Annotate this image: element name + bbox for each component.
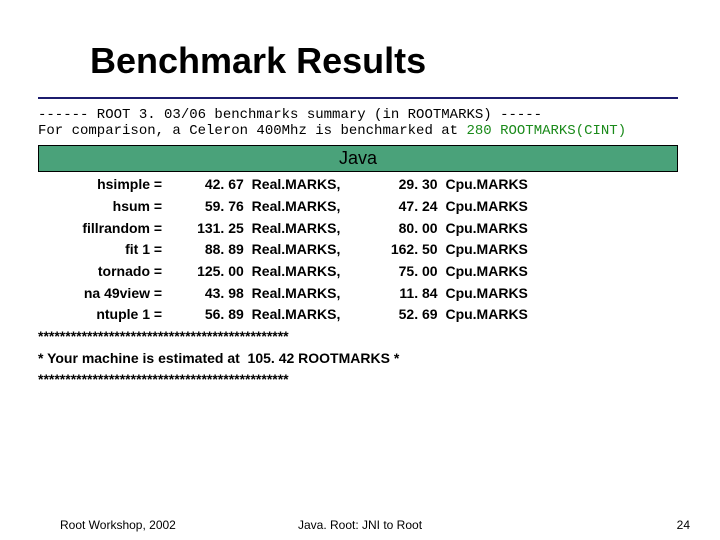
realmarks-value: 43. 98 bbox=[176, 283, 244, 305]
equals-sign: = bbox=[154, 239, 172, 261]
realmarks-value: 56. 89 bbox=[176, 304, 244, 326]
realmarks-unit: Real.MARKS, bbox=[248, 261, 366, 283]
cpumarks-unit: Cpu.MARKS bbox=[441, 174, 551, 196]
realmarks-value: 59. 76 bbox=[176, 196, 244, 218]
cpumarks-unit: Cpu.MARKS bbox=[441, 283, 551, 305]
table-row: hsimple = 42. 67 Real.MARKS, 29. 30 Cpu.… bbox=[38, 174, 688, 196]
realmarks-unit: Real.MARKS, bbox=[248, 174, 366, 196]
bench-name: fit 1 bbox=[38, 239, 150, 261]
table-row: ntuple 1 = 56. 89 Real.MARKS, 52. 69 Cpu… bbox=[38, 304, 688, 326]
cpumarks-unit: Cpu.MARKS bbox=[441, 304, 551, 326]
realmarks-unit: Real.MARKS, bbox=[248, 218, 366, 240]
bench-name: na 49view bbox=[38, 283, 150, 305]
java-bar: Java bbox=[38, 145, 678, 172]
header-line2-pre: For comparison, a Celeron 400Mhz is benc… bbox=[38, 123, 466, 139]
stars-top: ****************************************… bbox=[38, 328, 289, 344]
realmarks-unit: Real.MARKS, bbox=[248, 196, 366, 218]
cpumarks-value: 162. 50 bbox=[370, 239, 438, 261]
equals-sign: = bbox=[154, 261, 172, 283]
table-row: tornado = 125. 00 Real.MARKS, 75. 00 Cpu… bbox=[38, 261, 688, 283]
table-row: hsum = 59. 76 Real.MARKS, 47. 24 Cpu.MAR… bbox=[38, 196, 688, 218]
realmarks-value: 131. 25 bbox=[176, 218, 244, 240]
cpumarks-value: 11. 84 bbox=[370, 283, 438, 305]
footer-page: 24 bbox=[677, 518, 690, 532]
slide: Benchmark Results ------ ROOT 3. 03/06 b… bbox=[0, 0, 720, 540]
table-row: na 49view = 43. 98 Real.MARKS, 11. 84 Cp… bbox=[38, 283, 688, 305]
realmarks-value: 88. 89 bbox=[176, 239, 244, 261]
slide-title: Benchmark Results bbox=[90, 40, 688, 82]
cpumarks-value: 29. 30 bbox=[370, 174, 438, 196]
table-row: fit 1 = 88. 89 Real.MARKS, 162. 50 Cpu.M… bbox=[38, 239, 688, 261]
cpumarks-unit: Cpu.MARKS bbox=[441, 196, 551, 218]
realmarks-value: 125. 00 bbox=[176, 261, 244, 283]
realmarks-value: 42. 67 bbox=[176, 174, 244, 196]
cpumarks-value: 52. 69 bbox=[370, 304, 438, 326]
equals-sign: = bbox=[154, 304, 172, 326]
cpumarks-unit: Cpu.MARKS bbox=[441, 239, 551, 261]
summary-block: ****************************************… bbox=[38, 326, 688, 391]
cpumarks-unit: Cpu.MARKS bbox=[441, 218, 551, 240]
header-mono: ------ ROOT 3. 03/06 benchmarks summary … bbox=[38, 107, 688, 139]
bench-name: ntuple 1 bbox=[38, 304, 150, 326]
bench-name: hsum bbox=[38, 196, 150, 218]
cpumarks-value: 75. 00 bbox=[370, 261, 438, 283]
estimate-line: * Your machine is estimated at 105. 42 R… bbox=[38, 350, 399, 366]
cpumarks-value: 80. 00 bbox=[370, 218, 438, 240]
realmarks-unit: Real.MARKS, bbox=[248, 283, 366, 305]
equals-sign: = bbox=[154, 283, 172, 305]
equals-sign: = bbox=[154, 174, 172, 196]
benchmark-table: hsimple = 42. 67 Real.MARKS, 29. 30 Cpu.… bbox=[38, 174, 688, 326]
bench-name: tornado bbox=[38, 261, 150, 283]
table-row: fillrandom = 131. 25 Real.MARKS, 80. 00 … bbox=[38, 218, 688, 240]
title-rule-wrap bbox=[38, 97, 688, 99]
stars-bottom: ****************************************… bbox=[38, 371, 289, 387]
equals-sign: = bbox=[154, 218, 172, 240]
bench-name: hsimple bbox=[38, 174, 150, 196]
realmarks-unit: Real.MARKS, bbox=[248, 239, 366, 261]
bench-name: fillrandom bbox=[38, 218, 150, 240]
cpumarks-unit: Cpu.MARKS bbox=[441, 261, 551, 283]
header-line2-green: 280 ROOTMARKS(CINT) bbox=[466, 123, 626, 139]
cpumarks-value: 47. 24 bbox=[370, 196, 438, 218]
realmarks-unit: Real.MARKS, bbox=[248, 304, 366, 326]
title-rule bbox=[38, 97, 678, 99]
equals-sign: = bbox=[154, 196, 172, 218]
header-line1: ------ ROOT 3. 03/06 benchmarks summary … bbox=[38, 107, 542, 123]
footer-mid: Java. Root: JNI to Root bbox=[0, 518, 720, 532]
